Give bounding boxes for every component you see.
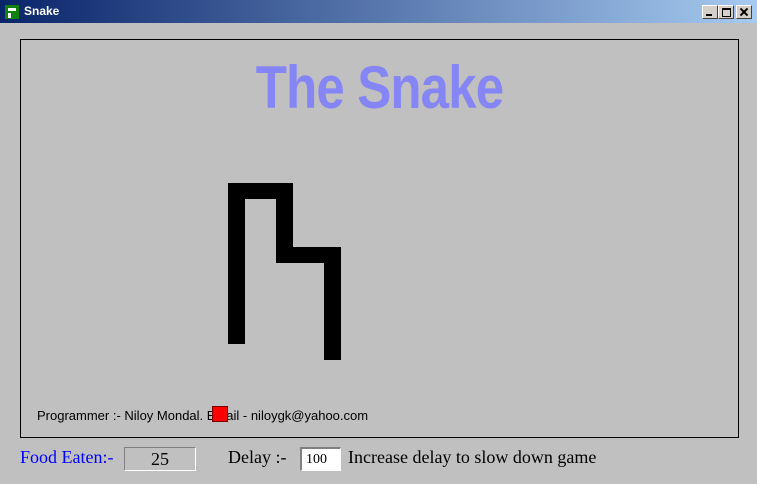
credits-text: Programmer :- Niloy Mondal. Email - nilo… xyxy=(37,408,369,423)
delay-label: Delay :- xyxy=(228,447,287,467)
close-icon[interactable] xyxy=(736,5,752,19)
minimize-icon[interactable] xyxy=(702,5,718,19)
food-eaten-label: Food Eaten:- xyxy=(20,447,114,467)
window-title: Snake xyxy=(24,4,60,18)
snake-app-icon xyxy=(4,4,20,20)
delay-hint: Increase delay to slow down game xyxy=(348,447,597,467)
snake-segment xyxy=(228,183,245,344)
title-bar: Snake xyxy=(0,0,757,23)
food-eaten-count: 25 xyxy=(124,447,196,471)
delay-input[interactable] xyxy=(300,447,341,471)
food-item xyxy=(212,406,228,422)
game-board: The Snake Programmer :- Niloy Mondal. Em… xyxy=(20,39,739,438)
snake-segment xyxy=(324,247,341,360)
maximize-icon[interactable] xyxy=(718,5,734,19)
game-title: The Snake xyxy=(255,54,504,121)
